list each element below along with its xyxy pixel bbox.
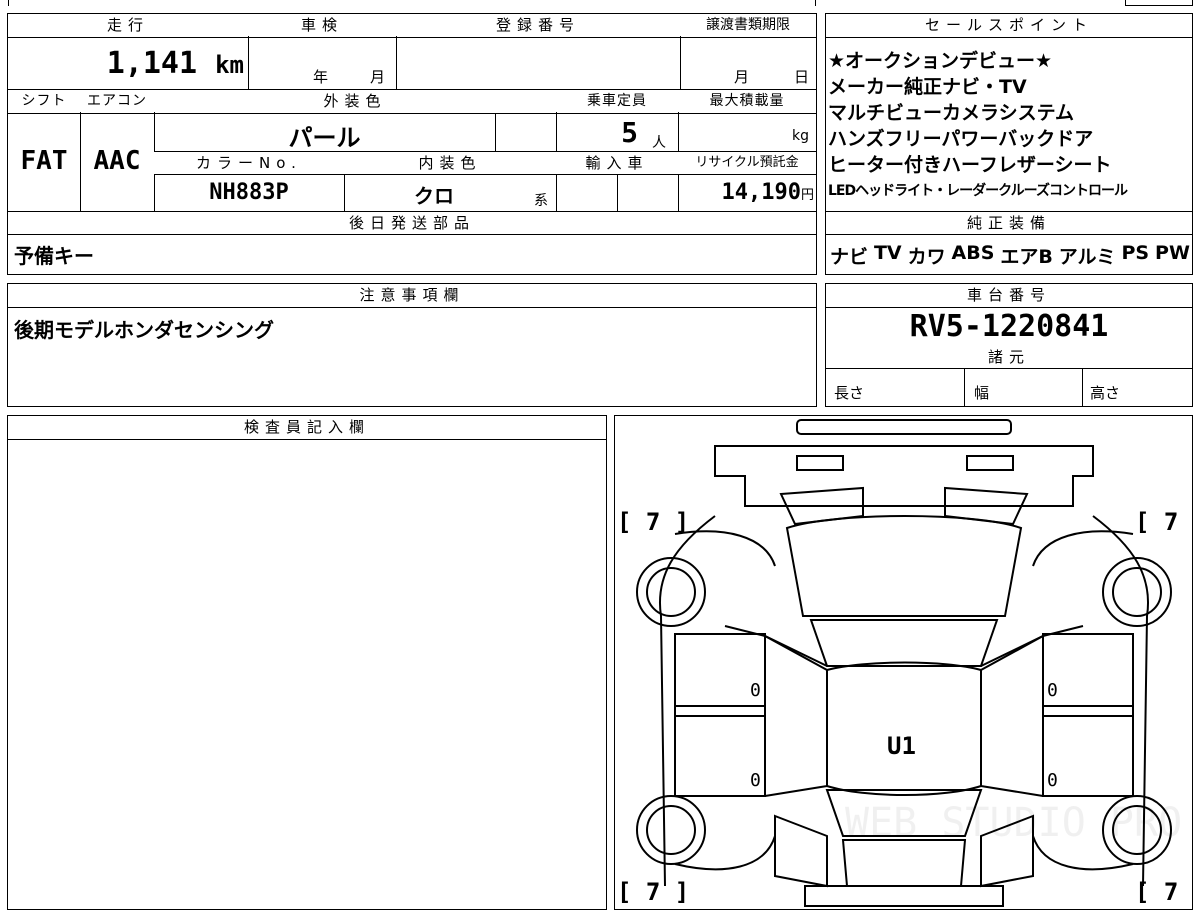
shift-value: FAT	[20, 146, 68, 176]
roof-damage-mark: U1	[887, 732, 916, 760]
capacity-unit: 人	[652, 135, 666, 151]
door-rear-left-mark: 0	[750, 770, 761, 791]
interior-color-value: クロ	[414, 184, 454, 208]
shaken-year: 年	[313, 68, 329, 86]
sales-point-item: LEDヘッドライト・レーダークルーズコントロール	[828, 183, 1128, 199]
exterior-color-label: 外装色	[154, 90, 556, 112]
tire-rear-right: [ 7 ]	[1135, 878, 1192, 906]
max-load-label: 最大積載量	[678, 90, 816, 112]
sales-point-item: ★オークションデビュー★	[828, 50, 1053, 72]
sales-point-item: マルチビューカメラシステム	[828, 102, 1075, 124]
interior-color-suffix: 系	[534, 193, 548, 209]
recycle-deposit-label: リサイクル預託金	[678, 152, 816, 174]
tire-rear-left: [ 7 ]	[617, 878, 689, 906]
equipment-title: 純正装備	[826, 212, 1192, 234]
length-label: 長さ	[834, 384, 865, 402]
tire-front-right: [ 7 ]	[1135, 508, 1192, 536]
sales-point-item: メーカー純正ナビ・TV	[828, 76, 1027, 98]
top-strip-right-clipped	[1125, 0, 1193, 6]
notes-title: 注意事項欄	[8, 284, 816, 306]
inspector-title: 検査員記入欄	[8, 416, 606, 438]
mileage-value: 1,141 km	[106, 46, 244, 81]
equipment-item: カワ	[907, 246, 946, 268]
aircon-value: AAC	[93, 146, 141, 176]
spec-title: 諸元	[826, 346, 1192, 368]
color-no-label: カラーNo.	[154, 152, 344, 174]
transfer-deadline-label: 譲渡書類期限	[680, 14, 816, 36]
door-rear-right-mark: 0	[1047, 770, 1058, 791]
top-strip-clipped	[8, 0, 816, 6]
max-load-unit: kg	[792, 128, 809, 144]
chassis-panel: 車台番号 RV5-1220841 諸元 長さ 幅 高さ	[825, 283, 1193, 407]
later-parts-value: 予備キー	[14, 244, 94, 268]
watermark: WEB STUDIO PRO	[845, 800, 1182, 846]
aircon-label: エアコン	[80, 90, 154, 112]
shaken-label: 車検	[248, 14, 396, 36]
sales-point-item: ヒーター付きハーフレザーシート	[828, 154, 1112, 176]
equipment-list: ナビ TV カワ ABS エアB アルミ PS PW	[830, 242, 1190, 269]
car-outline-drawing: [ 7 ] [ 7 ] [ 7 ] [ 7 ] 0 0 0 0 U1 WEB S…	[617, 419, 1192, 907]
door-front-left-mark: 0	[750, 680, 761, 701]
equipment-item: ABS	[951, 242, 995, 264]
transfer-month: 月	[734, 68, 750, 86]
sales-points-panel: セールスポイント ★オークションデビュー★ メーカー純正ナビ・TV マルチビュー…	[825, 13, 1193, 275]
width-label: 幅	[974, 384, 990, 402]
car-damage-diagram: [ 7 ] [ 7 ] [ 7 ] [ 7 ] 0 0 0 0 U1 WEB S…	[614, 415, 1193, 910]
equipment-item: TV	[873, 242, 902, 264]
notes-panel: 注意事項欄 後期モデルホンダセンシング	[7, 283, 817, 407]
inspector-panel: 検査員記入欄	[7, 415, 607, 910]
equipment-item: アルミ	[1058, 246, 1116, 268]
chassis-number: RV5-1220841	[909, 309, 1109, 344]
sales-point-item: ハンズフリーパワーバックドア	[828, 128, 1094, 150]
later-parts-label: 後日発送部品	[8, 212, 816, 234]
color-no-value: NH883P	[209, 180, 289, 205]
transfer-day: 日	[794, 68, 810, 86]
shift-label: シフト	[8, 90, 80, 112]
vehicle-info-table: 走行 車検 登録番号 譲渡書類期限 1,141 km 年 月 月 日 シフト エ…	[7, 13, 817, 275]
import-label: 輸入車	[556, 152, 678, 174]
capacity-label: 乗車定員	[556, 90, 678, 112]
exterior-color-value: パール	[288, 124, 361, 152]
tire-front-left: [ 7 ]	[617, 508, 689, 536]
door-front-right-mark: 0	[1047, 680, 1058, 701]
height-label: 高さ	[1090, 384, 1121, 402]
recycle-deposit-value: 14,190円	[721, 180, 815, 205]
chassis-title: 車台番号	[826, 284, 1192, 306]
sales-points-list: ★オークションデビュー★ メーカー純正ナビ・TV マルチビューカメラシステム ハ…	[828, 48, 1190, 204]
capacity-value: 5	[621, 116, 638, 149]
equipment-item: PW	[1155, 242, 1190, 264]
sales-points-title: セールスポイント	[826, 14, 1192, 36]
equipment-item: PS	[1121, 242, 1150, 264]
mileage-label: 走行	[8, 14, 248, 36]
interior-color-label: 内装色	[344, 152, 556, 174]
equipment-item: ナビ	[830, 246, 869, 268]
notes-value: 後期モデルホンダセンシング	[14, 318, 274, 342]
shaken-month: 月	[370, 68, 386, 86]
equipment-item: エアB	[1000, 246, 1053, 268]
registration-label: 登録番号	[396, 14, 680, 36]
